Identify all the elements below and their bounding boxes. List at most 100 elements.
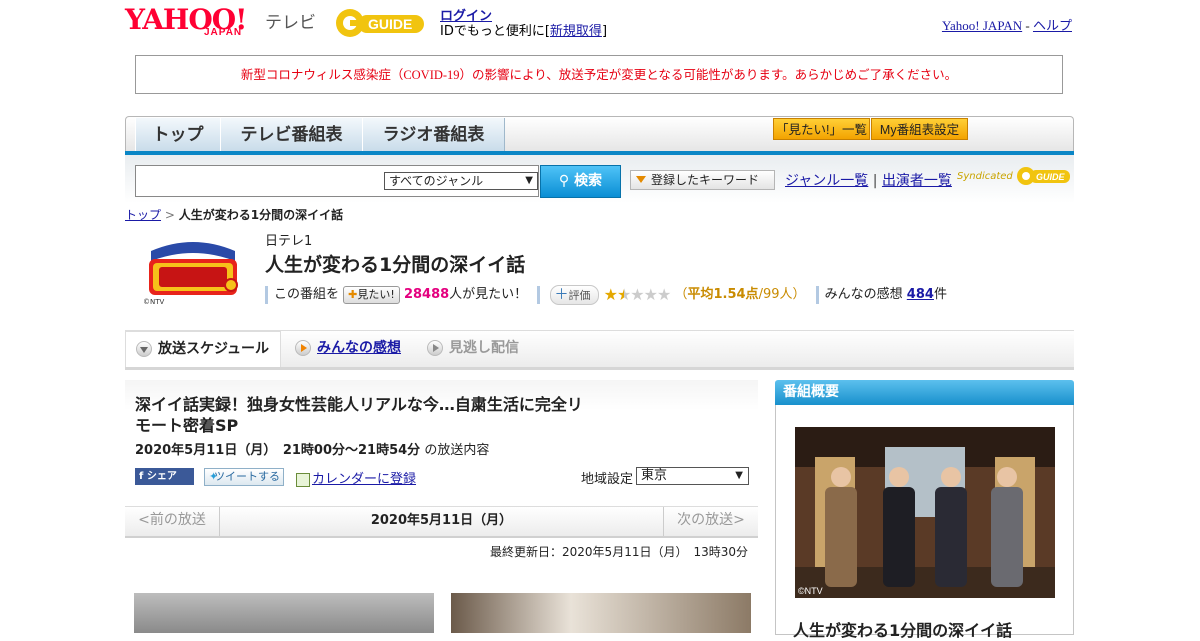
- episode-date-suffix: の放送内容: [424, 443, 490, 458]
- header-links: Yahoo! JAPAN - ヘルプ: [942, 15, 1072, 34]
- region-label: 地域設定: [581, 472, 634, 487]
- stat-divider: [815, 285, 819, 304]
- program-stats: この番組を ✚見たい! 28488人が見たい！ ＋評価 ★★★★★ （平均1.5…: [265, 283, 947, 305]
- header-link-separator: -: [1025, 18, 1030, 33]
- mitai-count: 28488: [403, 287, 450, 302]
- prev-broadcast-button[interactable]: <前の放送: [125, 507, 220, 536]
- program-logo-credit: ©NTV: [143, 298, 165, 306]
- rating-avg-open: （: [674, 287, 688, 302]
- svg-text:GUIDE: GUIDE: [1036, 172, 1066, 182]
- impressions-count-link[interactable]: 484: [907, 287, 934, 302]
- star-half-icon: ★: [616, 285, 631, 304]
- search-button[interactable]: ⚲ 検索: [540, 165, 621, 198]
- region-select[interactable]: 東京 ▼: [636, 467, 749, 485]
- calendar-icon: [296, 472, 310, 487]
- chevron-down-icon: [136, 341, 152, 357]
- play-icon: [427, 340, 443, 356]
- next-broadcast-button[interactable]: 次の放送>: [663, 507, 758, 536]
- episode-datetime: 2020年5月11日（月） 21時00分～21時54分: [135, 443, 421, 458]
- pager-date: 2020年5月11日（月）: [370, 513, 513, 528]
- tab-schedule[interactable]: 放送スケジュール: [125, 331, 281, 367]
- impressions-label: みんなの感想: [824, 287, 903, 302]
- genre-select-value: すべてのジャンル: [389, 174, 484, 188]
- plus-icon: ✚: [348, 287, 358, 301]
- tab-schedule-label: 放送スケジュール: [158, 341, 270, 357]
- tab-missed-label: 見逃し配信: [449, 340, 519, 356]
- rating-badge-label: 評価: [568, 288, 591, 302]
- calendar-register-link[interactable]: カレンダーに登録: [312, 472, 416, 487]
- signup-link[interactable]: 新規取得: [550, 24, 602, 39]
- chevron-down-icon: ▼: [525, 175, 533, 186]
- episode-photo-2: [451, 593, 751, 633]
- mitai-badge-button[interactable]: ✚見たい!: [343, 285, 400, 304]
- tweet-button[interactable]: ✦ ツイートする: [204, 468, 284, 486]
- nav-tab-tv-listings[interactable]: テレビ番組表: [220, 118, 363, 151]
- overview-heading: 番組概要: [775, 380, 1074, 405]
- triangle-down-icon: [636, 176, 646, 183]
- svg-text:GUIDE: GUIDE: [368, 16, 412, 32]
- breadcrumb-top-link[interactable]: トップ: [125, 208, 161, 222]
- genre-select[interactable]: すべてのジャンル ▼: [384, 172, 538, 190]
- gguide-small-logo: GUIDE: [1016, 167, 1070, 185]
- twitter-bird-icon: ✦: [209, 470, 219, 483]
- cast-list-link[interactable]: 出演者一覧: [882, 173, 952, 189]
- tab-impressions[interactable]: みんなの感想: [295, 331, 401, 367]
- tv-label[interactable]: テレビ: [265, 8, 316, 33]
- help-link[interactable]: ヘルプ: [1033, 18, 1072, 33]
- calendar-register[interactable]: カレンダーに登録: [296, 468, 416, 487]
- rating-count: /99人）: [758, 287, 806, 302]
- mitai-badge-label: 見たい!: [357, 287, 395, 301]
- star-empty-icon: ★: [630, 285, 644, 304]
- breadcrumb-current: 人生が変わる1分間の深イイ話: [178, 208, 344, 222]
- search-button-label: 検索: [574, 173, 603, 189]
- signup-suffix: ]: [601, 24, 608, 39]
- channel-name: 日テレ1: [265, 234, 313, 249]
- genre-list-link[interactable]: ジャンル一覧: [785, 173, 868, 189]
- tab-impressions-label[interactable]: みんなの感想: [317, 340, 401, 356]
- registered-keyword-button[interactable]: 登録したキーワード: [630, 170, 775, 190]
- mitai-suffix: 人が見たい！: [449, 287, 528, 302]
- this-program-label: この番組を: [274, 287, 340, 302]
- genre-links: ジャンル一覧 | 出演者一覧: [785, 170, 952, 190]
- facebook-share-button[interactable]: f シェア: [135, 468, 194, 485]
- program-logo-image: [143, 233, 243, 303]
- overview-photo: ©NTV: [795, 427, 1055, 598]
- japan-label: JAPAN: [204, 27, 243, 38]
- covid-notice: 新型コロナウィルス感染症（COVID-19）の影響により、放送予定が変更となる可…: [135, 55, 1063, 94]
- episode-title: 深イイ話実録！独身女性芸能人リアルな今…自粛生活に完全リモート密着SP: [135, 395, 583, 435]
- rating-stars: ★★★★★: [604, 285, 672, 304]
- nav-tab-radio-listings[interactable]: ラジオ番組表: [362, 118, 505, 151]
- chevron-down-icon: ▼: [735, 470, 743, 481]
- tabs-underline: [125, 367, 1074, 370]
- signup-prefix: IDでもっと便利に[: [440, 24, 550, 39]
- overview-title: 人生が変わる1分間の深イイ話: [793, 621, 1013, 640]
- search-icon: ⚲: [558, 173, 570, 189]
- stat-divider: [265, 285, 268, 304]
- registered-keyword-label: 登録したキーワード: [651, 173, 760, 187]
- tweet-label: ツイートする: [214, 470, 280, 483]
- rating-button[interactable]: ＋評価: [550, 284, 600, 305]
- tab-missed[interactable]: 見逃し配信: [427, 331, 519, 367]
- yahoo-japan-link[interactable]: Yahoo! JAPAN: [942, 18, 1022, 33]
- facebook-icon: f: [139, 471, 144, 482]
- star-empty-icon: ★: [643, 285, 658, 304]
- syndicated-label: Syndicated: [957, 171, 1013, 182]
- breadcrumb-separator: >: [164, 208, 175, 222]
- main-nav: トップ テレビ番組表 ラジオ番組表 「見たい!」一覧 My番組表設定: [125, 116, 1074, 156]
- breadcrumb: トップ > 人生が変わる1分間の深イイ話: [125, 206, 343, 223]
- mitai-list-button[interactable]: 「見たい!」一覧: [773, 118, 870, 140]
- nav-tab-top[interactable]: トップ: [135, 118, 221, 151]
- overview-photo-credit: ©NTV: [798, 586, 823, 596]
- rating-average: 平均1.54点: [687, 287, 759, 302]
- star-empty-icon: ★: [656, 285, 671, 304]
- signup-line: IDでもっと便利に[新規取得]: [440, 20, 607, 39]
- broadcast-pager: <前の放送 2020年5月11日（月） 次の放送>: [125, 506, 758, 538]
- program-title: 人生が変わる1分間の深イイ話: [265, 254, 526, 276]
- impressions-suffix: 件: [933, 287, 947, 302]
- plus-icon: ＋: [554, 286, 569, 303]
- my-settings-button[interactable]: My番組表設定: [871, 118, 968, 140]
- last-updated: 最終更新日：2020年5月11日（月） 13時30分: [490, 545, 748, 559]
- episode-date: 2020年5月11日（月） 21時00分～21時54分 の放送内容: [135, 439, 489, 458]
- gguide-logo: GUIDE: [336, 9, 424, 37]
- region-select-value: 東京: [641, 468, 668, 483]
